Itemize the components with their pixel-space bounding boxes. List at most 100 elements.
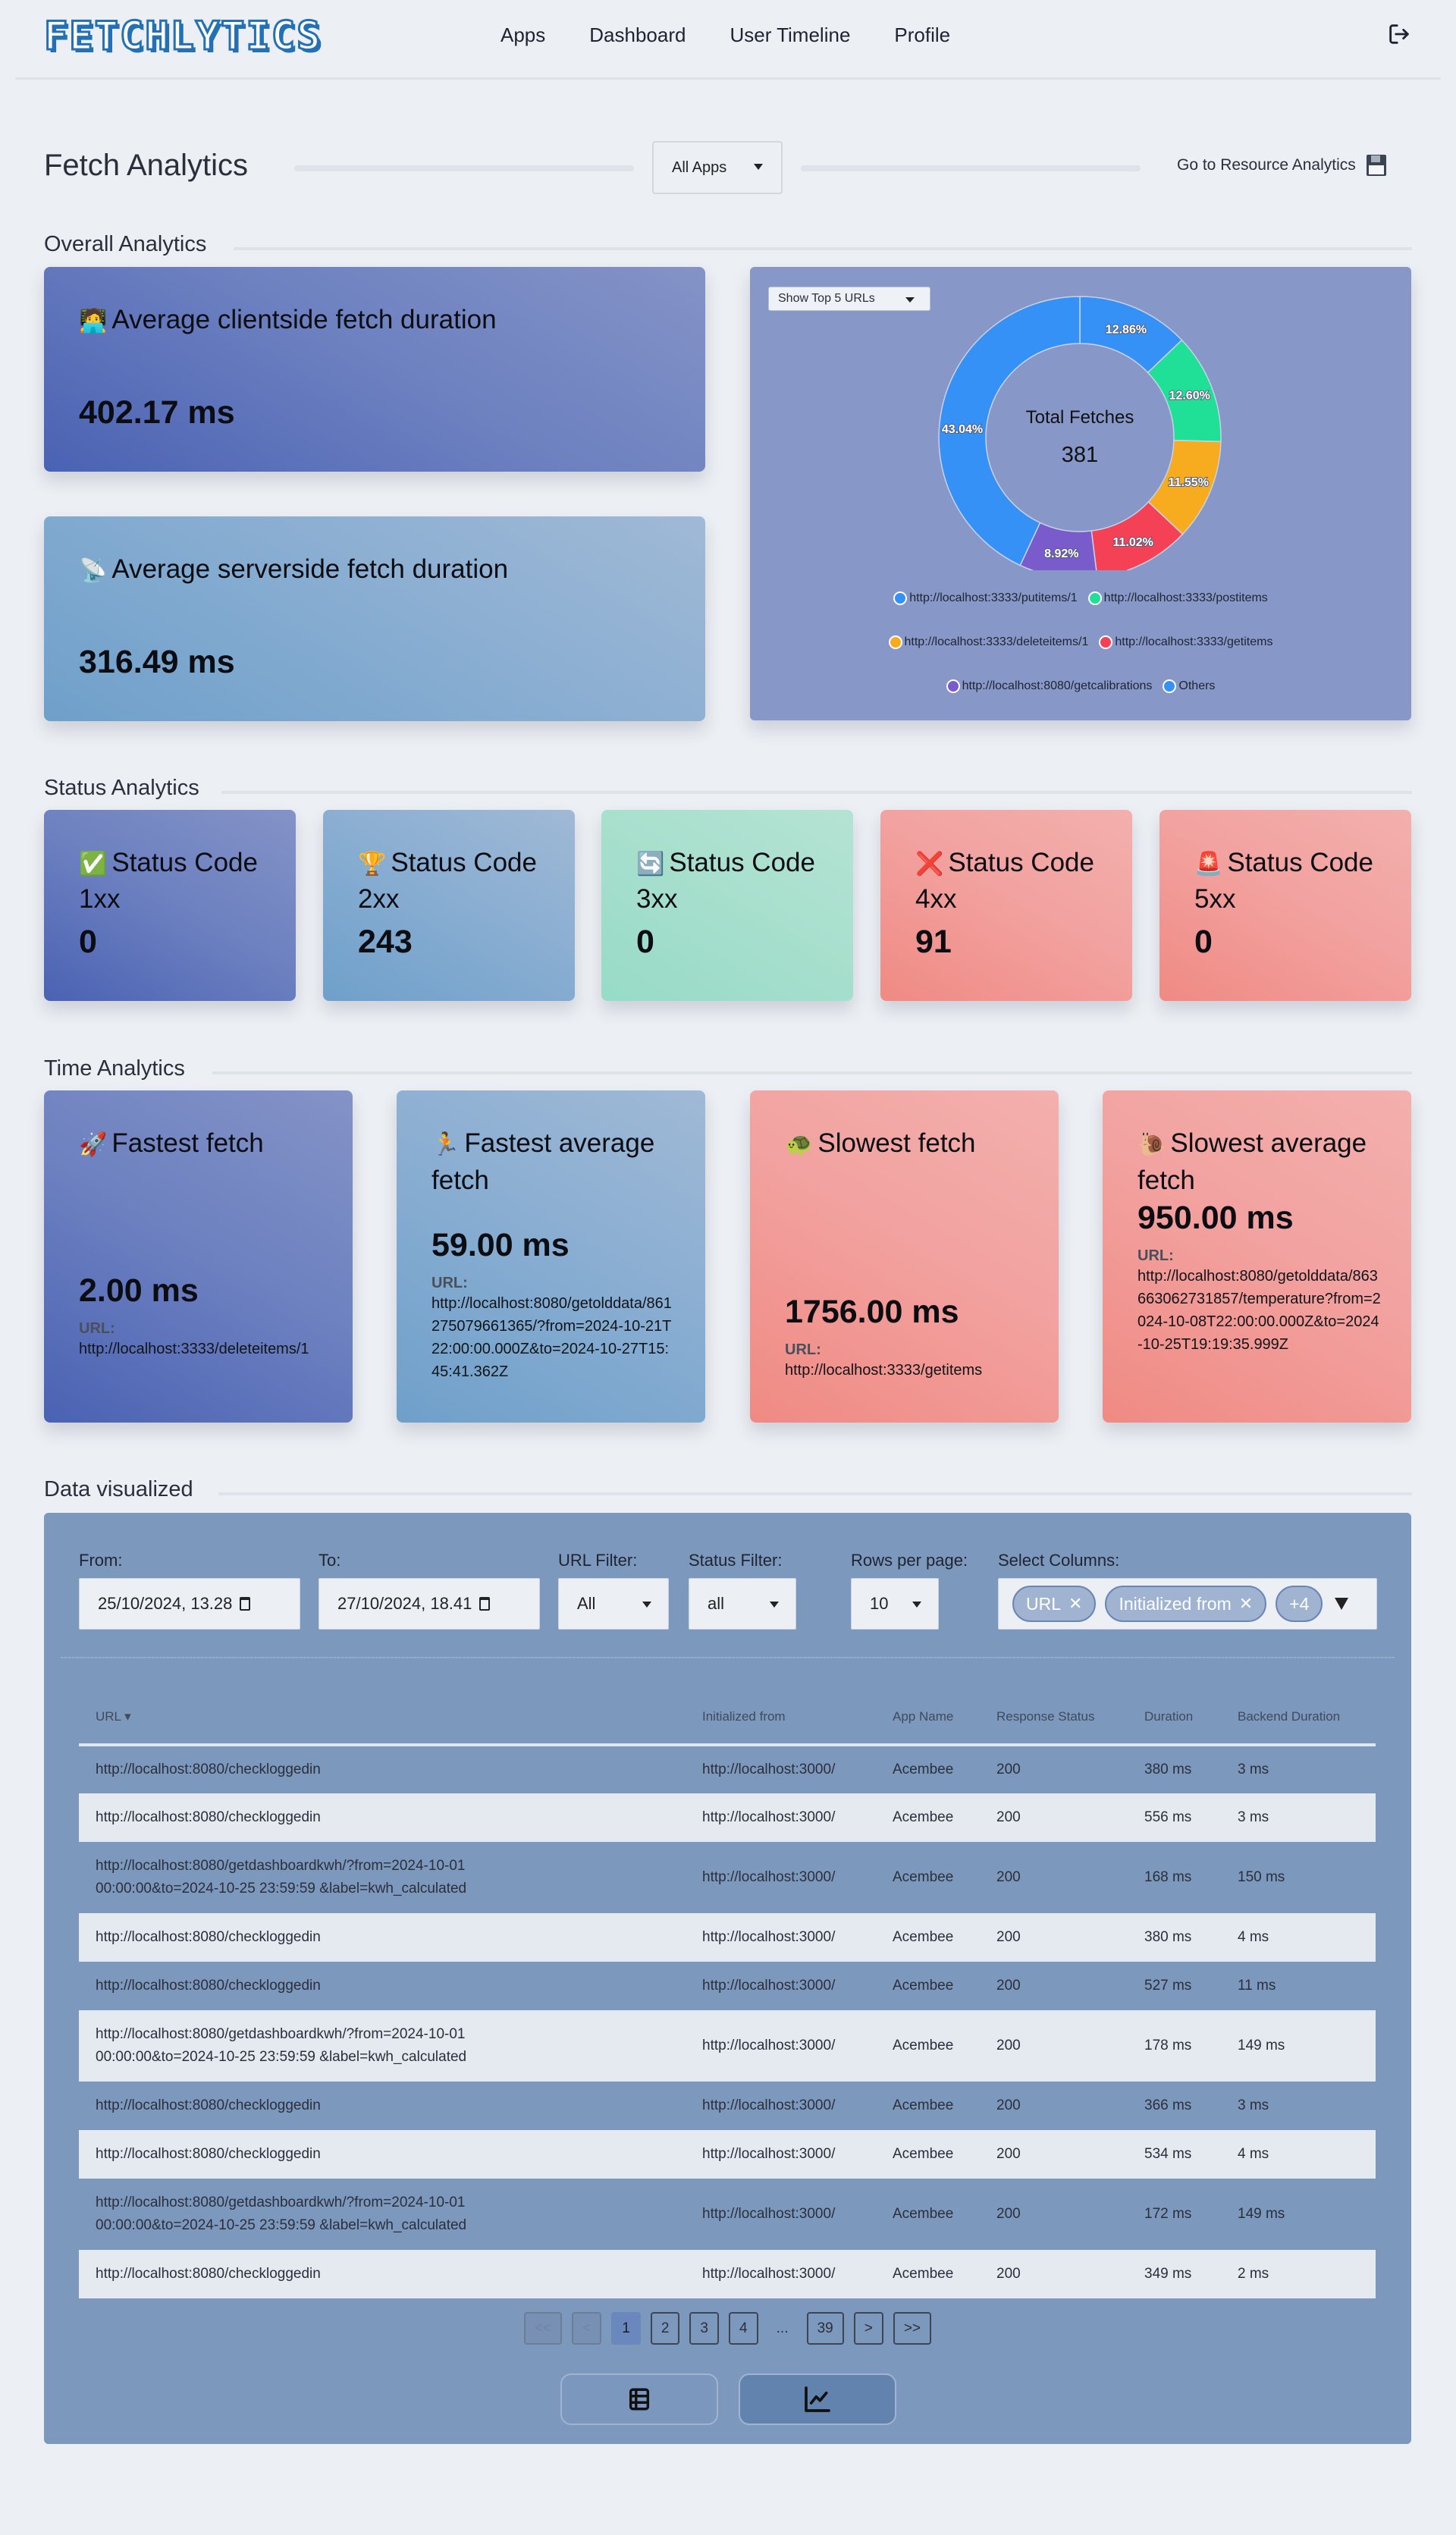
legend-item[interactable]: http://localhost:3333/deleteitems/1 — [888, 635, 1089, 649]
nav-link-profile[interactable]: Profile — [894, 23, 950, 47]
cell-response-status: 200 — [980, 1913, 1128, 1962]
url-filter-select[interactable]: All — [558, 1578, 669, 1630]
cell-initialized-from: http://localhost:3000/ — [686, 2010, 876, 2082]
to-date-value: 27/10/2024, 18.41 — [337, 1594, 472, 1613]
avg-client-value: 402.17 ms — [79, 394, 235, 431]
slowest-avg-title: Slowest average fetch — [1138, 1128, 1367, 1195]
legend-label: http://localhost:3333/deleteitems/1 — [904, 635, 1089, 648]
url-filter-value: All — [577, 1594, 596, 1613]
nav-link-dashboard[interactable]: Dashboard — [589, 23, 686, 47]
close-icon[interactable]: ✕ — [1239, 1594, 1253, 1614]
calendar-icon[interactable] — [479, 1597, 491, 1611]
url-label: URL: — [785, 1341, 821, 1358]
table-icon — [629, 2388, 650, 2411]
nav-link-apps[interactable]: Apps — [500, 23, 545, 47]
slowest-fetch-card: 🐢 Slowest fetch 1756.00 ms URL: http://lo… — [750, 1090, 1059, 1423]
logo[interactable]: FETCHLYTICS — [42, 14, 322, 59]
from-date-input[interactable]: 25/10/2024, 13.28 — [79, 1578, 300, 1630]
table-row[interactable]: http://localhost:8080/checkloggedin http:… — [79, 2082, 1376, 2130]
legend-row: http://localhost:3333/deleteitems/1 http… — [750, 620, 1411, 664]
cell-response-status: 200 — [980, 2250, 1128, 2298]
page-button-2[interactable]: 2 — [650, 2312, 680, 2345]
slice-percent-label: 12.86% — [1106, 323, 1147, 336]
table-row[interactable]: http://localhost:8080/checkloggedin http:… — [79, 1745, 1376, 1793]
status-card-1xx: ✅ Status Code 1xx 0 — [44, 810, 296, 1001]
to-date-input[interactable]: 27/10/2024, 18.41 — [318, 1578, 540, 1630]
column-chip-initialized-from[interactable]: Initialized from ✕ — [1105, 1586, 1267, 1622]
page-button-3[interactable]: 3 — [689, 2312, 719, 2345]
legend-item[interactable]: http://localhost:3333/putitems/1 — [893, 591, 1078, 605]
legend-item[interactable]: http://localhost:3333/getitems — [1099, 635, 1272, 649]
resource-analytics-link[interactable]: Go to Resource Analytics — [1177, 155, 1386, 176]
more-columns-chip[interactable]: +4 — [1276, 1586, 1323, 1622]
cell-url: http://localhost:8080/checkloggedin — [96, 2097, 321, 2113]
status-card-4xx: ❌ Status Code 4xx 91 — [880, 810, 1132, 1001]
fastest-avg-card: 🏃 Fastest average fetch 59.00 ms URL: htt… — [397, 1090, 705, 1423]
table-row[interactable]: http://localhost:8080/getdashboardkwh/?f… — [79, 2010, 1376, 2082]
legend-item[interactable]: http://localhost:8080/getcalibrations — [946, 679, 1152, 693]
header-divider-right — [801, 165, 1141, 171]
column-header-response-status[interactable]: Response Status — [980, 1690, 1128, 1746]
cell-duration: 556 ms — [1128, 1793, 1221, 1842]
cell-app-name: Acembee — [876, 1913, 980, 1962]
cell-backend-duration: 2 ms — [1221, 2250, 1376, 2298]
cell-duration: 380 ms — [1144, 1762, 1192, 1777]
select-columns-input[interactable]: URL ✕ Initialized from ✕ +4 — [998, 1578, 1377, 1630]
table-row[interactable]: http://localhost:8080/checkloggedin http:… — [79, 1793, 1376, 1842]
first-page-button[interactable]: << — [523, 2312, 563, 2345]
calendar-icon[interactable] — [240, 1597, 251, 1611]
cell-initialized-from: http://localhost:3000/ — [686, 2250, 876, 2298]
cell-response-status: 200 — [980, 2130, 1128, 2179]
logout-icon[interactable] — [1386, 21, 1412, 47]
donut-chart: 12.86% 12.60% 11.55% 11.02% 8.92% 43.04% Tota… — [938, 296, 1222, 570]
table-row[interactable]: http://localhost:8080/checkloggedin http:… — [79, 2250, 1376, 2298]
chevron-down-icon[interactable] — [1335, 1598, 1349, 1610]
chevron-down-icon — [770, 1602, 779, 1608]
filters-divider — [61, 1657, 1395, 1658]
url-label: URL: — [79, 1320, 115, 1337]
column-header-backend-duration[interactable]: Backend Duration — [1221, 1690, 1376, 1746]
page-button-last-number[interactable]: 39 — [806, 2312, 844, 2345]
legend-label: Others — [1178, 679, 1216, 692]
page-button-1[interactable]: 1 — [611, 2312, 641, 2345]
data-table: URL ▾ Initialized from App Name Response… — [79, 1690, 1376, 2298]
from-date-value: 25/10/2024, 13.28 — [98, 1594, 233, 1613]
next-page-button[interactable]: > — [853, 2312, 883, 2345]
status-card-title: Status Code — [948, 848, 1094, 877]
chart-view-button[interactable] — [739, 2373, 896, 2425]
cell-backend-duration: 149 ms — [1238, 2206, 1285, 2222]
rows-per-page-select[interactable]: 10 — [851, 1578, 939, 1630]
column-header-duration[interactable]: Duration — [1128, 1690, 1221, 1746]
close-icon[interactable]: ✕ — [1068, 1594, 1082, 1614]
cell-backend-duration: 4 ms — [1221, 1913, 1376, 1962]
table-row[interactable]: http://localhost:8080/checkloggedin http:… — [79, 1913, 1376, 1962]
table-row[interactable]: http://localhost:8080/getdashboardkwh/?f… — [79, 2179, 1376, 2250]
column-header-initialized-from[interactable]: Initialized from — [686, 1690, 876, 1746]
legend-item[interactable]: http://localhost:3333/postitems — [1087, 591, 1268, 605]
page-title: Fetch Analytics — [44, 149, 249, 182]
slice-percent-label: 11.55% — [1169, 476, 1209, 489]
nav-divider — [15, 77, 1441, 80]
repeat-icon: 🔄 — [636, 851, 665, 877]
app-select[interactable]: All Apps — [652, 141, 783, 194]
overall-section-title: Overall Analytics — [44, 232, 207, 256]
table-row[interactable]: http://localhost:8080/checkloggedin http:… — [79, 2130, 1376, 2179]
table-row[interactable]: http://localhost:8080/checkloggedin http:… — [79, 1962, 1376, 2010]
prev-page-button[interactable]: < — [572, 2312, 602, 2345]
status-filter-select[interactable]: all — [689, 1578, 796, 1630]
overall-section-rule — [234, 247, 1412, 250]
legend-swatch — [1087, 591, 1102, 605]
column-header-app-name[interactable]: App Name — [876, 1690, 980, 1746]
legend-item[interactable]: Others — [1163, 679, 1215, 693]
page-button-4[interactable]: 4 — [729, 2312, 758, 2345]
table-view-button[interactable] — [560, 2373, 718, 2425]
column-chip-url[interactable]: URL ✕ — [1012, 1586, 1097, 1622]
column-header-url[interactable]: URL ▾ — [79, 1690, 686, 1746]
last-page-button[interactable]: >> — [893, 2312, 932, 2345]
floppy-disk-icon — [1366, 155, 1386, 176]
cell-url: http://localhost:8080/checkloggedin — [79, 1913, 686, 1962]
legend-label: http://localhost:3333/postitems — [1103, 591, 1268, 604]
status-card-title: Status Code — [1227, 848, 1373, 877]
nav-link-user-timeline[interactable]: User Timeline — [730, 23, 850, 47]
table-row[interactable]: http://localhost:8080/getdashboardkwh/?f… — [79, 1842, 1376, 1913]
